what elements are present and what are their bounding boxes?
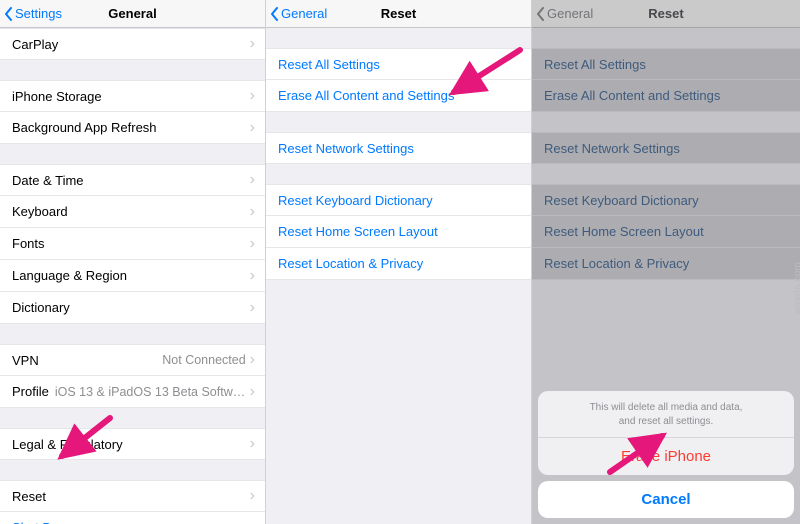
dimmed-content: Reset All Settings Erase All Content and…: [532, 28, 800, 280]
nav-title: Reset: [381, 6, 416, 21]
navbar: General Reset: [266, 0, 531, 28]
back-button[interactable]: General: [270, 0, 327, 27]
panel-reset: General Reset Reset All Settings Erase A…: [266, 0, 532, 524]
chevron-right-icon: ›: [250, 268, 255, 284]
nav-title: General: [108, 6, 156, 21]
navbar: Settings General: [0, 0, 265, 28]
chevron-right-icon: ›: [250, 204, 255, 220]
row-erase-all-content: Erase All Content and Settings: [532, 80, 800, 112]
row-label: VPN: [12, 353, 162, 368]
row-label: Background App Refresh: [12, 120, 250, 135]
chevron-right-icon: ›: [250, 88, 255, 104]
chevron-right-icon: ›: [250, 352, 255, 368]
row-reset-keyboard-dictionary[interactable]: Reset Keyboard Dictionary: [266, 184, 531, 216]
row-erase-all-content[interactable]: Erase All Content and Settings: [266, 80, 531, 112]
row-keyboard[interactable]: Keyboard ›: [0, 196, 265, 228]
row-carplay[interactable]: CarPlay ›: [0, 28, 265, 60]
action-sheet: This will delete all media and data, and…: [538, 391, 794, 518]
navbar: General Reset: [532, 0, 800, 28]
row-shut-down[interactable]: Shut Down: [0, 512, 265, 524]
row-label: Language & Region: [12, 268, 250, 283]
back-label: Settings: [15, 6, 62, 21]
row-label: Date & Time: [12, 173, 250, 188]
row-legal-regulatory[interactable]: Legal & Regulatory ›: [0, 428, 265, 460]
row-vpn[interactable]: VPN Not Connected ›: [0, 344, 265, 376]
row-reset-home-screen-layout[interactable]: Reset Home Screen Layout: [266, 216, 531, 248]
chevron-right-icon: ›: [250, 236, 255, 252]
chevron-right-icon: ›: [250, 120, 255, 136]
back-button[interactable]: Settings: [4, 0, 62, 27]
row-label: Keyboard: [12, 204, 250, 219]
row-label: Reset Network Settings: [544, 141, 790, 156]
chevron-right-icon: ›: [250, 36, 255, 52]
watermark: wsxdn.com: [793, 262, 800, 314]
cancel-button[interactable]: Cancel: [538, 481, 794, 518]
row-label: Reset Location & Privacy: [278, 256, 521, 271]
back-button: General: [536, 0, 593, 27]
row-label: Erase All Content and Settings: [278, 88, 521, 103]
row-label: Reset Keyboard Dictionary: [544, 193, 790, 208]
chevron-left-icon: [4, 7, 14, 21]
row-label: Reset Location & Privacy: [544, 256, 790, 271]
row-label: Legal & Regulatory: [12, 437, 250, 452]
row-reset-location-privacy: Reset Location & Privacy: [532, 248, 800, 280]
panel-reset-actionsheet: General Reset Reset All Settings Erase A…: [532, 0, 800, 524]
back-label: General: [281, 6, 327, 21]
row-label: Reset: [12, 489, 250, 504]
row-value: iOS 13 & iPadOS 13 Beta Software Pr…: [55, 385, 246, 399]
row-label: Reset Home Screen Layout: [278, 224, 521, 239]
row-reset-network-settings[interactable]: Reset Network Settings: [266, 132, 531, 164]
row-reset-home-screen-layout: Reset Home Screen Layout: [532, 216, 800, 248]
back-label: General: [547, 6, 593, 21]
row-label: Reset All Settings: [278, 57, 521, 72]
row-reset-keyboard-dictionary: Reset Keyboard Dictionary: [532, 184, 800, 216]
chevron-right-icon: ›: [250, 488, 255, 504]
row-iphone-storage[interactable]: iPhone Storage ›: [0, 80, 265, 112]
row-reset-all-settings[interactable]: Reset All Settings: [266, 48, 531, 80]
row-label: Fonts: [12, 236, 250, 251]
action-sheet-message: This will delete all media and data, and…: [538, 391, 794, 437]
row-reset-location-privacy[interactable]: Reset Location & Privacy: [266, 248, 531, 280]
row-label: Dictionary: [12, 300, 250, 315]
row-label: Reset Home Screen Layout: [544, 224, 790, 239]
row-fonts[interactable]: Fonts ›: [0, 228, 265, 260]
chevron-right-icon: ›: [250, 172, 255, 188]
row-label: Reset All Settings: [544, 57, 790, 72]
row-label: Reset Network Settings: [278, 141, 521, 156]
panel-general: Settings General CarPlay › iPhone Storag…: [0, 0, 266, 524]
chevron-left-icon: [536, 7, 546, 21]
row-value: Not Connected: [162, 353, 245, 367]
nav-title: Reset: [648, 6, 683, 21]
row-label: Reset Keyboard Dictionary: [278, 193, 521, 208]
row-label: CarPlay: [12, 37, 250, 52]
row-dictionary[interactable]: Dictionary ›: [0, 292, 265, 324]
chevron-right-icon: ›: [250, 436, 255, 452]
action-sheet-card: This will delete all media and data, and…: [538, 391, 794, 475]
erase-iphone-button[interactable]: Erase iPhone: [538, 438, 794, 475]
row-label: iPhone Storage: [12, 89, 250, 104]
chevron-right-icon: ›: [250, 300, 255, 316]
row-label: Erase All Content and Settings: [544, 88, 790, 103]
row-reset[interactable]: Reset ›: [0, 480, 265, 512]
row-reset-all-settings: Reset All Settings: [532, 48, 800, 80]
row-label: Shut Down: [12, 520, 255, 524]
row-language-region[interactable]: Language & Region ›: [0, 260, 265, 292]
row-reset-network-settings: Reset Network Settings: [532, 132, 800, 164]
chevron-right-icon: ›: [250, 384, 255, 400]
row-profile[interactable]: Profile iOS 13 & iPadOS 13 Beta Software…: [0, 376, 265, 408]
row-label: Profile: [12, 384, 49, 399]
chevron-left-icon: [270, 7, 280, 21]
row-date-time[interactable]: Date & Time ›: [0, 164, 265, 196]
row-background-app-refresh[interactable]: Background App Refresh ›: [0, 112, 265, 144]
